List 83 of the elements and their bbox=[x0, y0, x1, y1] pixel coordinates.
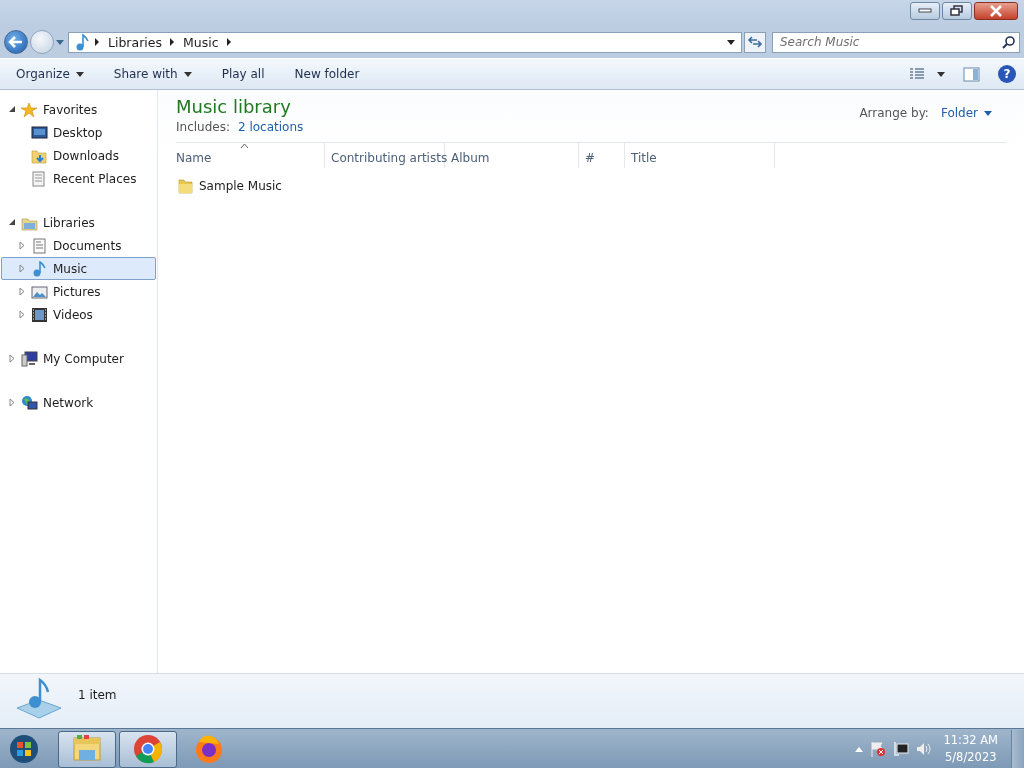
document-icon bbox=[31, 237, 48, 254]
back-arrow-icon bbox=[8, 35, 24, 49]
toolbar-button[interactable]: Organize bbox=[8, 64, 92, 84]
globe-icon bbox=[21, 394, 38, 411]
column-header[interactable]: Title bbox=[631, 143, 775, 168]
search-field[interactable]: Search Music bbox=[772, 31, 1020, 53]
folder-icon bbox=[178, 178, 193, 194]
sidebar-item[interactable]: Pictures bbox=[1, 280, 156, 303]
chevron-icon bbox=[95, 38, 100, 46]
restore-icon bbox=[950, 5, 964, 17]
monitor-icon bbox=[31, 124, 48, 141]
expand-arrow-icon[interactable] bbox=[18, 287, 26, 296]
close-button[interactable] bbox=[974, 2, 1018, 20]
chrome-icon bbox=[132, 733, 164, 765]
taskbar-button[interactable] bbox=[119, 730, 177, 768]
firefox-icon bbox=[193, 733, 225, 765]
star-icon bbox=[21, 101, 38, 118]
column-header[interactable]: Contributing artists bbox=[331, 143, 445, 168]
chevron-icon bbox=[170, 38, 175, 46]
column-header[interactable]: Name bbox=[176, 143, 325, 168]
sidebar-item[interactable]: Network bbox=[1, 391, 156, 414]
picture-icon bbox=[31, 283, 48, 300]
column-header[interactable]: Album bbox=[451, 143, 579, 168]
restore-button[interactable] bbox=[942, 2, 972, 20]
computer-icon bbox=[21, 350, 38, 367]
sidebar-item[interactable]: Recent Places bbox=[1, 167, 156, 190]
expand-arrow-icon[interactable] bbox=[8, 398, 16, 407]
caret-icon[interactable] bbox=[937, 71, 945, 77]
minimize-icon bbox=[918, 8, 932, 14]
network-icon[interactable] bbox=[893, 741, 910, 757]
music-note-icon bbox=[75, 33, 89, 51]
arrange-by-label: Arrange by: bbox=[859, 106, 929, 120]
speaker-icon[interactable] bbox=[916, 741, 933, 757]
close-icon bbox=[989, 5, 1003, 17]
sidebar-item[interactable]: Favorites bbox=[1, 98, 156, 121]
expand-arrow-icon[interactable] bbox=[18, 310, 26, 319]
toolbar-button[interactable]: New folder bbox=[286, 64, 368, 84]
sidebar-item[interactable]: Videos bbox=[1, 303, 156, 326]
sidebar-item[interactable]: Desktop bbox=[1, 121, 156, 144]
address-bar[interactable]: Libraries Music bbox=[68, 31, 742, 53]
toolbar-button[interactable]: Share with bbox=[105, 64, 200, 84]
collapse-arrow-icon[interactable] bbox=[8, 218, 16, 227]
view-options-button[interactable] bbox=[907, 66, 927, 82]
collapse-arrow-icon[interactable] bbox=[8, 105, 16, 114]
refresh-icon bbox=[747, 35, 763, 49]
expand-arrow-icon[interactable] bbox=[18, 264, 26, 273]
forward-button[interactable] bbox=[30, 30, 54, 54]
caret-icon[interactable] bbox=[727, 39, 735, 45]
document-icon bbox=[31, 170, 48, 187]
preview-pane-button[interactable] bbox=[961, 64, 982, 84]
column-header[interactable]: # bbox=[585, 143, 625, 168]
flag-icon[interactable] bbox=[870, 741, 887, 757]
show-hidden-icons-icon[interactable] bbox=[855, 746, 864, 752]
library-title: Music library bbox=[176, 96, 292, 118]
help-button[interactable]: ? bbox=[998, 65, 1016, 83]
film-icon bbox=[31, 306, 48, 323]
taskbar-button[interactable] bbox=[58, 730, 116, 768]
minimize-button[interactable] bbox=[910, 2, 940, 20]
expand-arrow-icon[interactable] bbox=[8, 354, 16, 363]
breadcrumb[interactable]: Libraries bbox=[108, 34, 162, 50]
locations-link[interactable]: 2 locations bbox=[238, 120, 304, 134]
folder-icon bbox=[31, 147, 48, 164]
includes-label: Includes: bbox=[176, 120, 230, 134]
sidebar-item[interactable]: Downloads bbox=[1, 144, 156, 167]
file-item[interactable]: Sample Music bbox=[176, 176, 284, 196]
refresh-button[interactable] bbox=[744, 31, 766, 53]
sidebar-item[interactable]: Music bbox=[1, 257, 156, 280]
caret-icon bbox=[183, 71, 192, 77]
item-count: 1 item bbox=[78, 688, 117, 702]
arrange-by-dropdown[interactable]: Folder bbox=[936, 106, 992, 120]
expand-arrow-icon[interactable] bbox=[18, 241, 26, 250]
search-icon[interactable] bbox=[1002, 35, 1015, 49]
toolbar-button[interactable]: Play all bbox=[213, 64, 273, 84]
caret-icon bbox=[984, 110, 992, 116]
music-note-icon bbox=[31, 260, 48, 277]
breadcrumb[interactable]: Music bbox=[183, 34, 219, 50]
chevron-icon bbox=[226, 38, 232, 46]
sidebar-item[interactable]: Libraries bbox=[1, 211, 156, 234]
back-button[interactable] bbox=[4, 30, 28, 54]
history-caret-icon[interactable] bbox=[56, 39, 64, 45]
caret-icon bbox=[75, 71, 84, 77]
sidebar-item[interactable]: Documents bbox=[1, 234, 156, 257]
sidebar-item[interactable]: My Computer bbox=[1, 347, 156, 370]
